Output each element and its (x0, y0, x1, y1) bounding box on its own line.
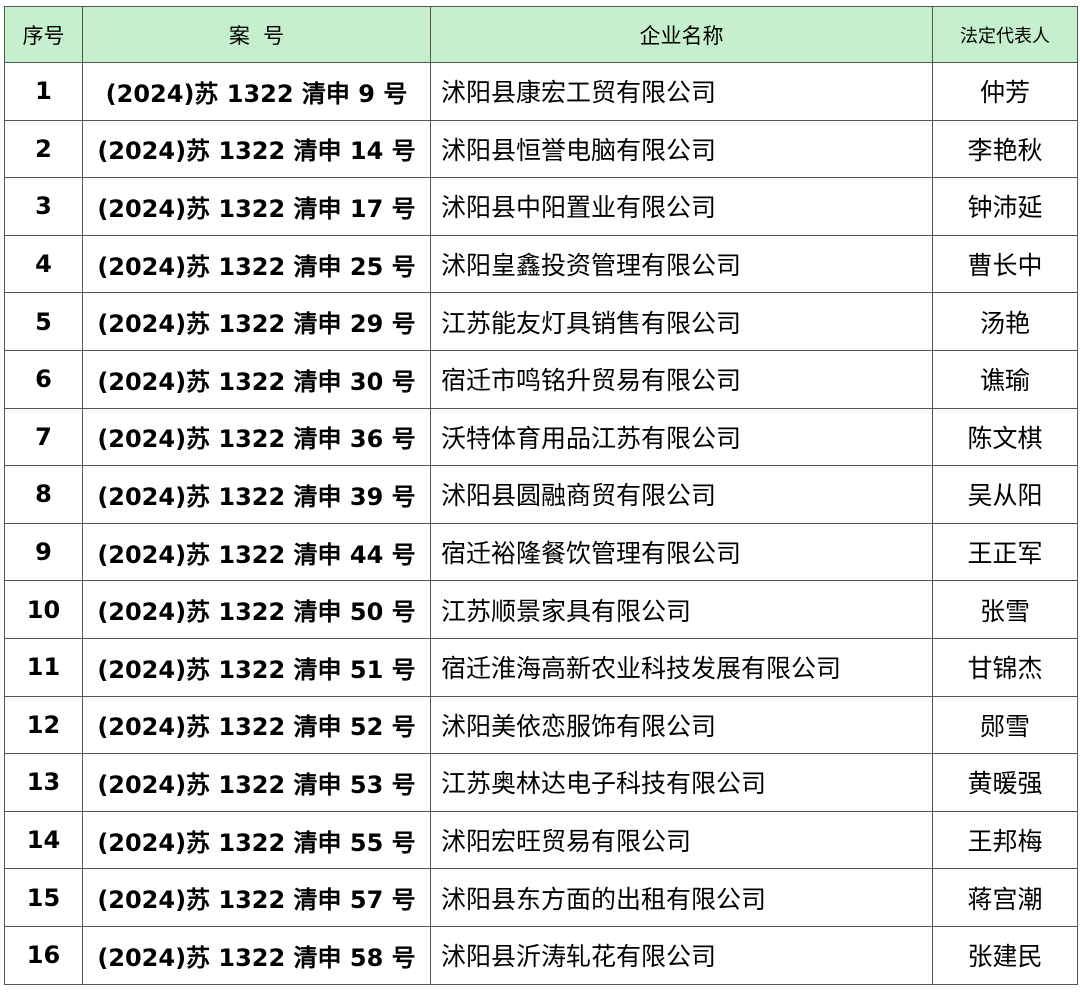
row-index: 3 (4, 177, 83, 236)
legal-representative: 黄暖强 (932, 753, 1078, 812)
row-index: 12 (4, 695, 83, 755)
legal-representative: 郧雪 (932, 695, 1078, 755)
company-name: 沭阳县中阳置业有限公司 (430, 177, 933, 236)
row-index: 16 (4, 925, 83, 985)
company-name: 江苏顺景家具有限公司 (430, 580, 933, 639)
header-legal-rep: 法定代表人 (932, 6, 1078, 63)
company-name: 宿迁市鸣铭升贸易有限公司 (430, 349, 933, 409)
table-row: 10 (2024)苏 1322 清申 50 号江苏顺景家具有限公司 张雪 (4, 580, 1078, 639)
table-row: 3 (2024)苏 1322 清申 17 号沭阳县中阳置业有限公司 钟沛延 (4, 177, 1078, 236)
case-table: 序号 案 号 企业名称 法定代表人 1 (2024)苏 1322 清申 9 号沭阳… (4, 6, 1078, 985)
table-row: 14 (2024)苏 1322 清申 55 号沭阳宏旺贸易有限公司 王邦梅 (4, 810, 1078, 870)
row-index: 9 (4, 522, 83, 582)
case-number: (2024)苏 1322 清申 44 号 (82, 522, 431, 582)
row-index: 15 (4, 868, 83, 927)
header-company: 企业名称 (430, 6, 933, 63)
table-row: 8 (2024)苏 1322 清申 39 号沭阳县圆融商贸有限公司 吴从阳 (4, 465, 1078, 524)
company-name: 沭阳县康宏工贸有限公司 (430, 62, 933, 121)
company-name: 沭阳美依恋服饰有限公司 (430, 695, 933, 755)
table-row: 9 (2024)苏 1322 清申 44 号宿迁裕隆餐饮管理有限公司 王正军 (4, 522, 1078, 582)
case-number: (2024)苏 1322 清申 53 号 (82, 753, 431, 812)
row-index: 8 (4, 465, 83, 524)
legal-representative: 王邦梅 (932, 810, 1078, 870)
company-name: 江苏能友灯具销售有限公司 (430, 292, 933, 351)
case-number: (2024)苏 1322 清申 39 号 (82, 465, 431, 524)
case-number: (2024)苏 1322 清申 30 号 (82, 349, 431, 409)
case-number: (2024)苏 1322 清申 50 号 (82, 580, 431, 639)
table-row: 12 (2024)苏 1322 清申 52 号沭阳美依恋服饰有限公司 郧雪 (4, 695, 1078, 755)
legal-representative: 曹长中 (932, 234, 1078, 294)
table-row: 16 (2024)苏 1322 清申 58 号沭阳县沂涛轧花有限公司 张建民 (4, 925, 1078, 985)
case-number: (2024)苏 1322 清申 25 号 (82, 234, 431, 294)
case-number: (2024)苏 1322 清申 14 号 (82, 119, 431, 179)
case-number: (2024)苏 1322 清申 57 号 (82, 868, 431, 927)
header-index: 序号 (4, 6, 83, 63)
case-number: (2024)苏 1322 清申 9 号 (82, 62, 431, 121)
row-index: 13 (4, 753, 83, 812)
company-name: 沭阳县东方面的出租有限公司 (430, 868, 933, 927)
company-name: 江苏奥林达电子科技有限公司 (430, 753, 933, 812)
row-index: 11 (4, 637, 83, 697)
legal-representative: 李艳秋 (932, 119, 1078, 179)
table-row: 13 (2024)苏 1322 清申 53 号江苏奥林达电子科技有限公司 黄暖强 (4, 753, 1078, 812)
row-index: 4 (4, 234, 83, 294)
company-name: 沭阳县恒誉电脑有限公司 (430, 119, 933, 179)
row-index: 10 (4, 580, 83, 639)
legal-representative: 甘锦杰 (932, 637, 1078, 697)
row-index: 6 (4, 349, 83, 409)
legal-representative: 陈文棋 (932, 407, 1078, 467)
company-name: 沃特体育用品江苏有限公司 (430, 407, 933, 467)
company-name: 宿迁裕隆餐饮管理有限公司 (430, 522, 933, 582)
header-row: 序号 案 号 企业名称 法定代表人 (4, 6, 1078, 63)
company-name: 沭阳皇鑫投资管理有限公司 (430, 234, 933, 294)
legal-representative: 汤艳 (932, 292, 1078, 351)
legal-representative: 张建民 (932, 925, 1078, 985)
row-index: 5 (4, 292, 83, 351)
table-row: 15 (2024)苏 1322 清申 57 号沭阳县东方面的出租有限公司 蒋宫潮 (4, 868, 1078, 927)
case-number: (2024)苏 1322 清申 36 号 (82, 407, 431, 467)
case-number: (2024)苏 1322 清申 17 号 (82, 177, 431, 236)
company-name: 沭阳县圆融商贸有限公司 (430, 465, 933, 524)
row-index: 7 (4, 407, 83, 467)
company-name: 宿迁淮海高新农业科技发展有限公司 (430, 637, 933, 697)
legal-representative: 钟沛延 (932, 177, 1078, 236)
company-name: 沭阳县沂涛轧花有限公司 (430, 925, 933, 985)
legal-representative: 王正军 (932, 522, 1078, 582)
row-index: 2 (4, 119, 83, 179)
case-number: (2024)苏 1322 清申 29 号 (82, 292, 431, 351)
row-index: 14 (4, 810, 83, 870)
table-row: 11 (2024)苏 1322 清申 51 号宿迁淮海高新农业科技发展有限公司 甘锦… (4, 637, 1078, 697)
header-case: 案 号 (82, 6, 431, 63)
legal-representative: 谯瑜 (932, 349, 1078, 409)
company-name: 沭阳宏旺贸易有限公司 (430, 810, 933, 870)
table-row: 4 (2024)苏 1322 清申 25 号沭阳皇鑫投资管理有限公司 曹长中 (4, 234, 1078, 294)
table-row: 5 (2024)苏 1322 清申 29 号江苏能友灯具销售有限公司 汤艳 (4, 292, 1078, 351)
table-row: 1 (2024)苏 1322 清申 9 号沭阳县康宏工贸有限公司 仲芳 (4, 62, 1078, 121)
case-number: (2024)苏 1322 清申 55 号 (82, 810, 431, 870)
legal-representative: 吴从阳 (932, 465, 1078, 524)
case-number: (2024)苏 1322 清申 52 号 (82, 695, 431, 755)
legal-representative: 蒋宫潮 (932, 868, 1078, 927)
row-index: 1 (4, 62, 83, 121)
table-row: 2 (2024)苏 1322 清申 14 号沭阳县恒誉电脑有限公司 李艳秋 (4, 119, 1078, 179)
table-row: 7 (2024)苏 1322 清申 36 号沃特体育用品江苏有限公司 陈文棋 (4, 407, 1078, 467)
case-number: (2024)苏 1322 清申 51 号 (82, 637, 431, 697)
case-number: (2024)苏 1322 清申 58 号 (82, 925, 431, 985)
legal-representative: 张雪 (932, 580, 1078, 639)
table-row: 6 (2024)苏 1322 清申 30 号宿迁市鸣铭升贸易有限公司 谯瑜 (4, 349, 1078, 409)
legal-representative: 仲芳 (932, 62, 1078, 121)
